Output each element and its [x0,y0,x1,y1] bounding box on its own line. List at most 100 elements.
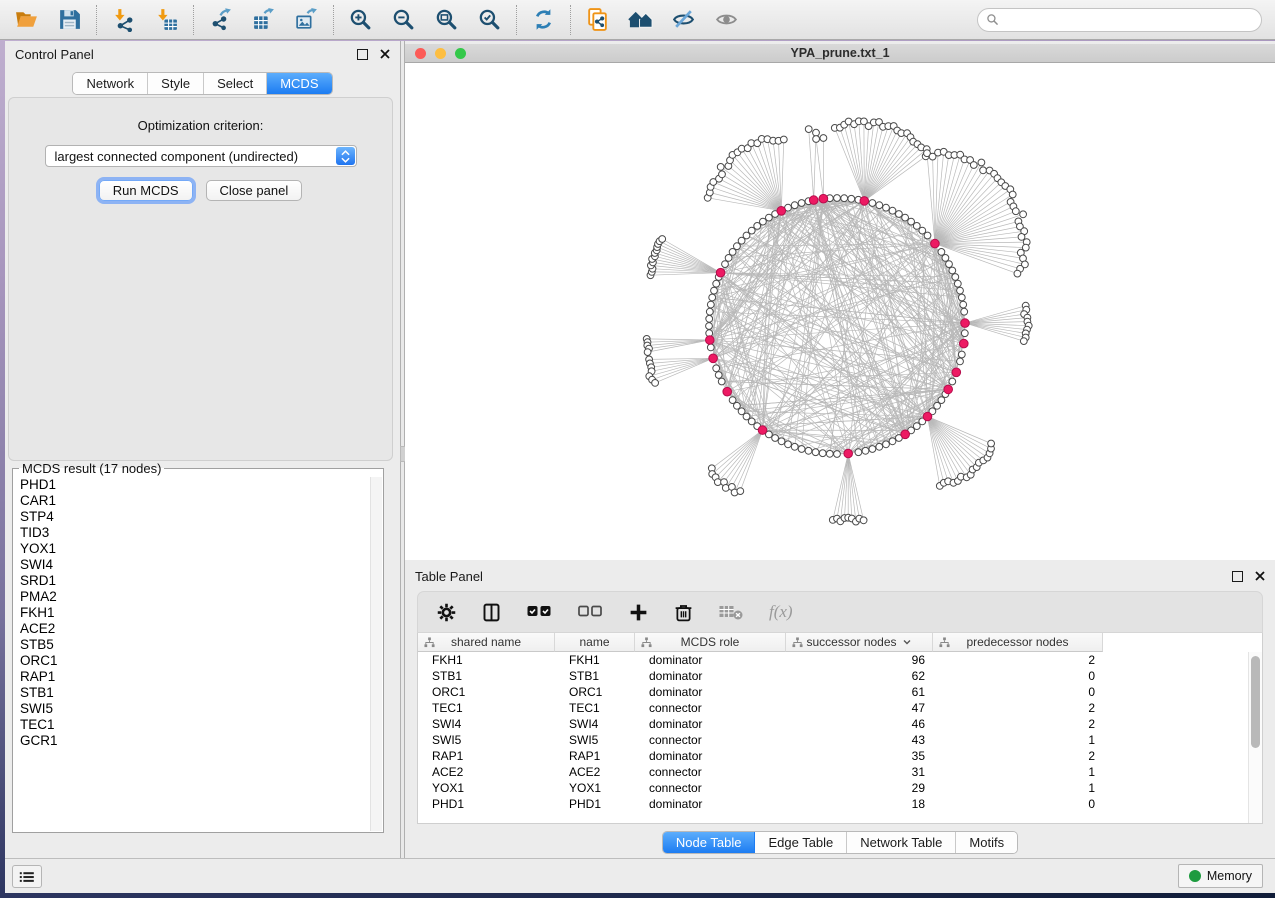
tab-motifs[interactable]: Motifs [956,832,1017,853]
mcds-panel: Optimization criterion: largest connecte… [8,97,393,461]
mcds-result-item[interactable]: TID3 [20,525,371,541]
cell-shared-name: ORC1 [418,685,555,699]
import-table-button[interactable] [153,6,180,33]
mcds-result-item[interactable]: CAR1 [20,493,371,509]
column-header-MCDS-role[interactable]: MCDS role [635,633,786,652]
cell-shared-name: STB1 [418,669,555,683]
search-input[interactable] [1004,12,1253,28]
control-panel-float-button[interactable] [357,49,380,60]
float-icon [1232,571,1243,582]
table-scrollbar[interactable] [1248,652,1262,823]
mcds-result-item[interactable]: PMA2 [20,589,371,605]
mcds-scrollbar[interactable] [370,477,382,831]
tab-node-table[interactable]: Node Table [663,832,756,853]
cell-predecessor-nodes: 1 [933,781,1103,795]
table-row[interactable]: ACE2ACE2connector311 [418,764,1262,780]
zoom-out-button[interactable] [390,6,417,33]
mcds-result-item[interactable]: SWI5 [20,701,371,717]
zoom-selected-button[interactable] [476,6,503,33]
unselect-all-icon [577,602,604,622]
table-row[interactable]: ORC1ORC1dominator610 [418,684,1262,700]
cell-shared-name: YOX1 [418,781,555,795]
show-columns-button[interactable] [481,602,502,623]
delete-column-button[interactable] [673,602,694,623]
cell-MCDS-role: dominator [635,749,786,763]
tab-style[interactable]: Style [148,73,204,94]
table-settings-button[interactable] [436,602,457,623]
cell-successor-nodes: 62 [786,669,933,683]
column-header-successor-nodes[interactable]: successor nodes [786,633,933,652]
show-style-button[interactable] [670,6,697,33]
view-group [571,5,753,35]
network-canvas[interactable] [405,63,1275,560]
table-row[interactable]: SWI5SWI5connector431 [418,732,1262,748]
mcds-result-item[interactable]: SWI4 [20,557,371,573]
run-mcds-button[interactable]: Run MCDS [99,180,193,201]
table-toolbar: f(x) [417,591,1263,633]
zoom-fit-button[interactable] [433,6,460,33]
column-header-name[interactable]: name [555,633,635,652]
import-network-button[interactable] [110,6,137,33]
delete-table-button[interactable] [718,602,745,622]
export-image-button[interactable] [293,6,320,33]
mcds-result-item[interactable]: GCR1 [20,733,371,749]
network-overview-button[interactable] [627,6,654,33]
table-row[interactable]: SWI4SWI4dominator462 [418,716,1262,732]
tab-network-table[interactable]: Network Table [847,832,956,853]
mcds-result-item[interactable]: STP4 [20,509,371,525]
mcds-result-item[interactable]: TEC1 [20,717,371,733]
table-row[interactable]: TEC1TEC1connector472 [418,700,1262,716]
tab-mcds[interactable]: MCDS [267,73,331,94]
unselect-all-button[interactable] [577,602,604,622]
table-panel-close-button[interactable] [1255,571,1265,581]
table-row[interactable]: FKH1FKH1dominator962 [418,652,1262,668]
tab-edge-table[interactable]: Edge Table [755,832,847,853]
export-network-button[interactable] [207,6,234,33]
sort-desc-icon [902,637,912,647]
table-row[interactable]: YOX1YOX1connector291 [418,780,1262,796]
zoom-in-button[interactable] [347,6,374,33]
criterion-select[interactable]: largest connected component (undirected) [45,145,357,167]
open-session-button[interactable] [13,6,40,33]
cell-predecessor-nodes: 2 [933,653,1103,667]
refresh-button[interactable] [530,6,557,33]
save-session-button[interactable] [56,6,83,33]
zoom-in-icon [348,7,373,32]
scrollbar-thumb[interactable] [1251,656,1260,748]
table-row[interactable]: RAP1RAP1dominator352 [418,748,1262,764]
mcds-result-item[interactable]: STB1 [20,685,371,701]
control-panel-close-button[interactable] [380,49,390,59]
table-row[interactable]: STB1STB1dominator620 [418,668,1262,684]
column-header-predecessor-nodes[interactable]: predecessor nodes [933,633,1103,652]
export-network-icon [208,7,233,32]
export-table-button[interactable] [250,6,277,33]
cell-MCDS-role: dominator [635,669,786,683]
table-panel-float-button[interactable] [1232,571,1255,582]
tab-select[interactable]: Select [204,73,267,94]
copy-style-button[interactable] [584,6,611,33]
mcds-result-item[interactable]: STB5 [20,637,371,653]
zoom-out-icon [391,7,416,32]
mcds-result-item[interactable]: ACE2 [20,621,371,637]
mcds-result-item[interactable]: PHD1 [20,477,371,493]
table-row[interactable]: PHD1PHD1dominator180 [418,796,1262,812]
cell-name: YOX1 [555,781,635,795]
add-column-button[interactable] [628,602,649,623]
select-all-button[interactable] [526,602,553,622]
mcds-result-item[interactable]: SRD1 [20,573,371,589]
mcds-result-item[interactable]: ORC1 [20,653,371,669]
table-body: FKH1FKH1dominator962STB1STB1dominator620… [418,652,1262,812]
function-builder-button[interactable]: f(x) [769,602,793,622]
console-button[interactable] [12,865,42,888]
column-header-shared-name[interactable]: shared name [418,633,555,652]
cell-shared-name: SWI5 [418,733,555,747]
tab-network[interactable]: Network [73,73,148,94]
mcds-result-item[interactable]: FKH1 [20,605,371,621]
copy-style-icon [585,7,610,32]
memory-button[interactable]: Memory [1178,864,1263,888]
close-panel-button[interactable]: Close panel [206,180,303,201]
mcds-result-item[interactable]: YOX1 [20,541,371,557]
hide-details-button[interactable] [713,6,740,33]
cell-MCDS-role: dominator [635,797,786,811]
mcds-result-item[interactable]: RAP1 [20,669,371,685]
